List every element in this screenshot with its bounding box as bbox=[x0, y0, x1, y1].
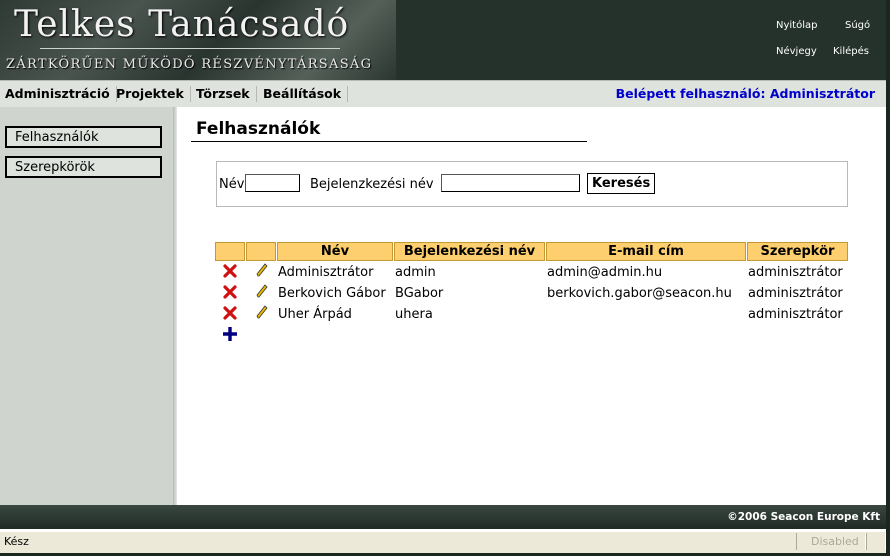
logged-in-user: Belépett felhasználó: Adminisztrátor bbox=[615, 86, 875, 101]
main-content: Felhasználók Név Bejelenzkezési név Kere… bbox=[177, 107, 886, 505]
status-text: Kész bbox=[4, 535, 29, 548]
cell-role: adminisztrátor bbox=[748, 286, 843, 301]
logout-link[interactable]: Kilépés bbox=[833, 46, 869, 57]
delete-icon[interactable] bbox=[223, 264, 237, 278]
main-menu: Adminisztráció Projektek Törzsek Beállít… bbox=[0, 80, 886, 108]
login-input[interactable] bbox=[441, 174, 580, 192]
pencil-icon[interactable] bbox=[255, 284, 269, 298]
cell-login: admin bbox=[395, 265, 436, 280]
copyright: ©2006 Seacon Europe Kft bbox=[727, 511, 880, 523]
cell-login: BGabor bbox=[395, 286, 444, 301]
pencil-icon[interactable] bbox=[255, 305, 269, 319]
browser-viewport: Telkes Tanácsadó ZÁRTKÖRŰEN MŰKÖDŐ RÉSZV… bbox=[0, 0, 886, 553]
sidebar-item-label: Felhasználók bbox=[15, 130, 99, 145]
cell-name: Uher Árpád bbox=[278, 307, 352, 322]
column-header-name[interactable]: Név bbox=[277, 242, 393, 261]
cell-role: adminisztrátor bbox=[748, 265, 843, 280]
cell-login: uhera bbox=[395, 307, 433, 322]
site-header: Telkes Tanácsadó ZÁRTKÖRŰEN MŰKÖDŐ RÉSZV… bbox=[0, 0, 886, 80]
status-panel bbox=[866, 533, 886, 550]
column-header-delete bbox=[215, 242, 245, 261]
sidebar-item-label: Szerepkörök bbox=[15, 160, 95, 175]
menu-item-registries[interactable]: Törzsek bbox=[196, 86, 257, 102]
page-title: Felhasználók bbox=[196, 119, 321, 139]
browser-status-bar: Kész Disabled bbox=[0, 531, 886, 553]
sidebar: Felhasználók Szerepkörök bbox=[0, 107, 173, 505]
site-footer: ©2006 Seacon Europe Kft bbox=[0, 505, 886, 529]
logo[interactable]: Telkes Tanácsadó ZÁRTKÖRŰEN MŰKÖDŐ RÉSZV… bbox=[0, 0, 396, 80]
cell-role: adminisztrátor bbox=[748, 307, 843, 322]
name-label: Név bbox=[219, 177, 245, 192]
column-header-login[interactable]: Bejelenkezési név bbox=[394, 242, 545, 261]
logo-subtitle: ZÁRTKÖRŰEN MŰKÖDŐ RÉSZVÉNYTÁRSASÁG bbox=[6, 57, 373, 72]
title-underline bbox=[191, 141, 587, 142]
name-input[interactable] bbox=[245, 174, 300, 192]
delete-icon[interactable] bbox=[223, 285, 237, 299]
menu-item-settings[interactable]: Beállítások bbox=[263, 86, 349, 102]
status-mode: Disabled bbox=[811, 535, 859, 548]
vcard-link[interactable]: Névjegy bbox=[776, 46, 817, 57]
search-button[interactable]: Keresés bbox=[587, 173, 656, 194]
plus-icon[interactable] bbox=[222, 326, 238, 342]
cell-name: Adminisztrátor bbox=[278, 265, 374, 280]
home-link[interactable]: Nyitólap bbox=[776, 20, 817, 31]
delete-icon[interactable] bbox=[223, 306, 237, 320]
sidebar-item-roles[interactable]: Szerepkörök bbox=[5, 156, 162, 178]
cell-email: berkovich.gabor@seacon.hu bbox=[547, 286, 732, 301]
menu-item-projects[interactable]: Projektek bbox=[116, 86, 191, 102]
cell-name: Berkovich Gábor bbox=[278, 286, 386, 301]
cell-email: admin@admin.hu bbox=[547, 265, 663, 280]
logo-divider bbox=[40, 48, 340, 49]
sidebar-item-users[interactable]: Felhasználók bbox=[5, 126, 162, 148]
pencil-icon[interactable] bbox=[255, 263, 269, 277]
login-label: Bejelenzkezési név bbox=[310, 177, 434, 192]
help-link[interactable]: Súgó bbox=[845, 20, 870, 31]
column-header-edit bbox=[246, 242, 276, 261]
search-form: Név Bejelenzkezési név Keresés bbox=[216, 161, 848, 207]
column-header-email[interactable]: E-mail cím bbox=[546, 242, 746, 261]
menu-item-administration[interactable]: Adminisztráció bbox=[5, 86, 117, 102]
logo-title: Telkes Tanácsadó bbox=[14, 4, 350, 45]
column-header-role[interactable]: Szerepkör bbox=[747, 242, 848, 261]
